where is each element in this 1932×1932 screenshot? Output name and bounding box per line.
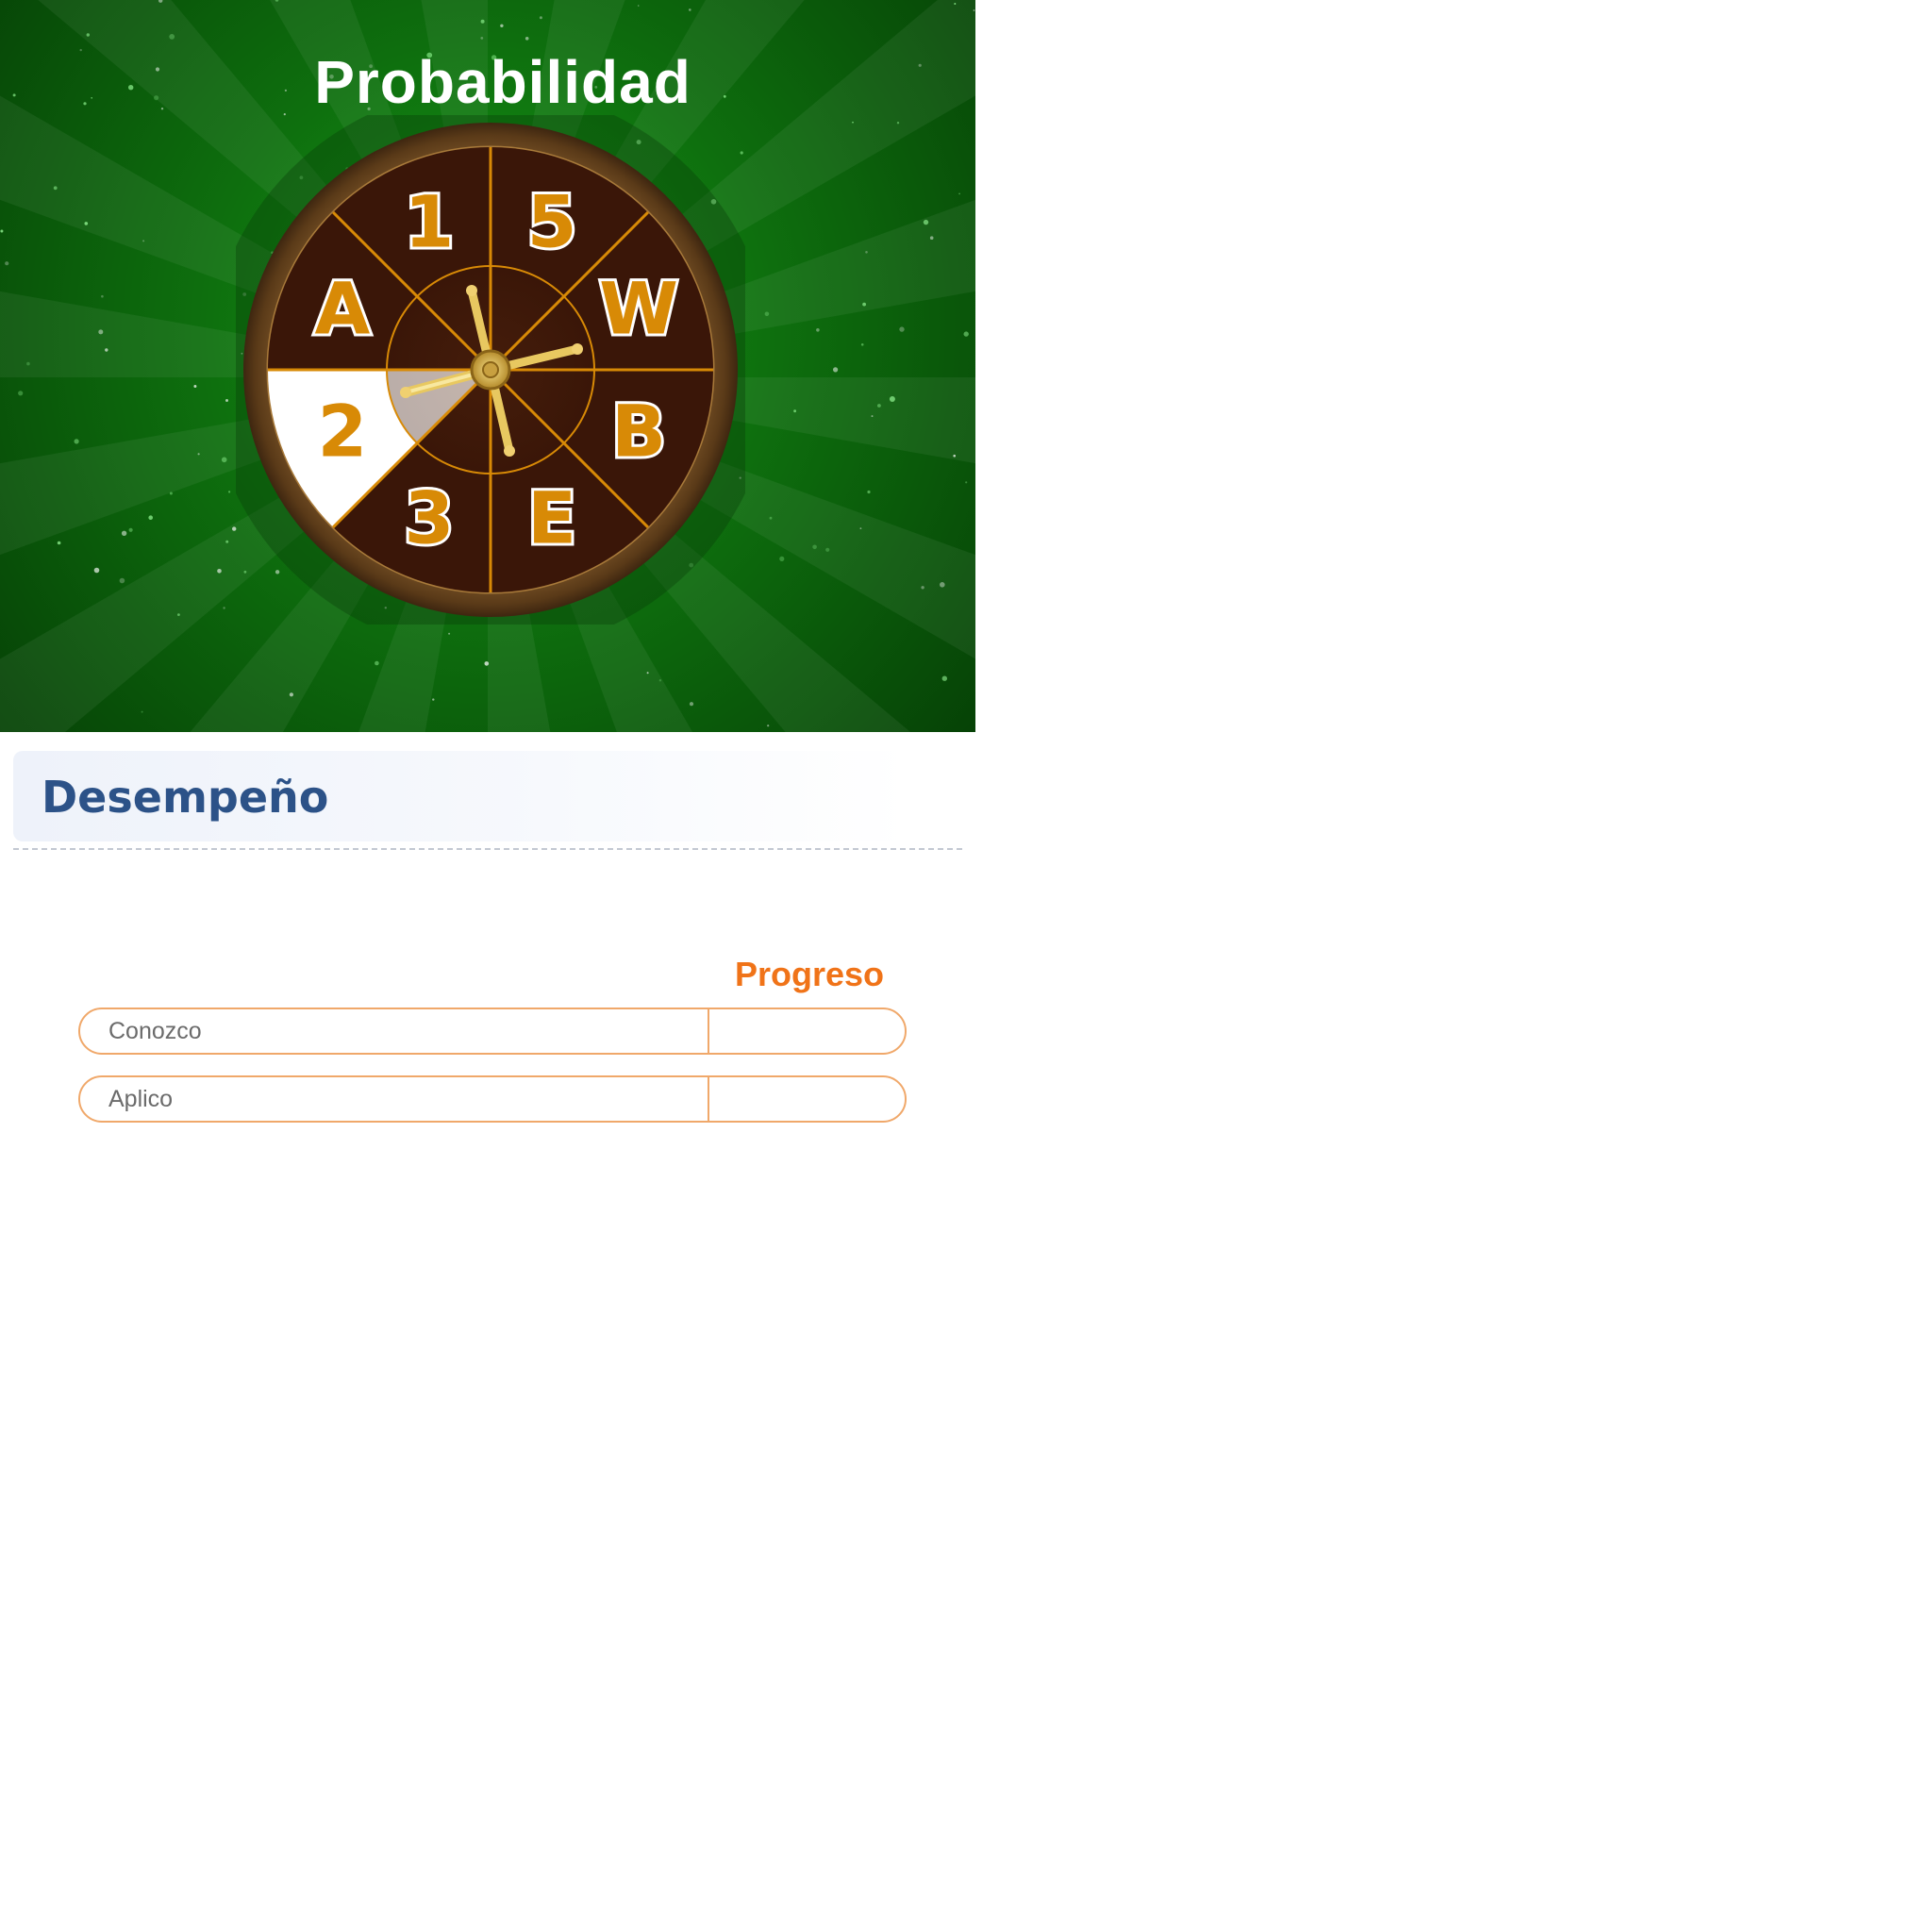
activity-title: Probabilidad xyxy=(314,48,691,116)
performance-row-label: Aplico xyxy=(108,1086,174,1112)
row-separator xyxy=(708,1009,709,1053)
wheel-label-b: B xyxy=(611,390,666,474)
wheel-label-1: 1 xyxy=(404,179,454,263)
row-separator xyxy=(708,1077,709,1121)
section-divider xyxy=(13,848,962,850)
wheel-label-3: 3 xyxy=(404,476,454,560)
performance-row-label: Conozco xyxy=(108,1018,202,1044)
performance-row-aplico: Aplico xyxy=(78,1075,907,1123)
progress-column-header: Progreso xyxy=(735,955,885,993)
section-title: Desempeño xyxy=(42,772,329,823)
wheel-label-e: E xyxy=(527,476,576,560)
wheel-label-5: 5 xyxy=(527,179,577,263)
wheel-label-w: W xyxy=(599,266,678,350)
section-header: Desempeño xyxy=(13,751,909,841)
spinner-wheel[interactable]: 5WBE32 A1 xyxy=(236,115,745,625)
wheel-label-a: A xyxy=(314,266,370,350)
performance-row-conozco: Conozco xyxy=(78,1008,907,1055)
activity-banner: Probabilidad 5WBE32 A1 xyxy=(0,0,975,732)
wheel-label-2: 2 xyxy=(317,390,367,474)
